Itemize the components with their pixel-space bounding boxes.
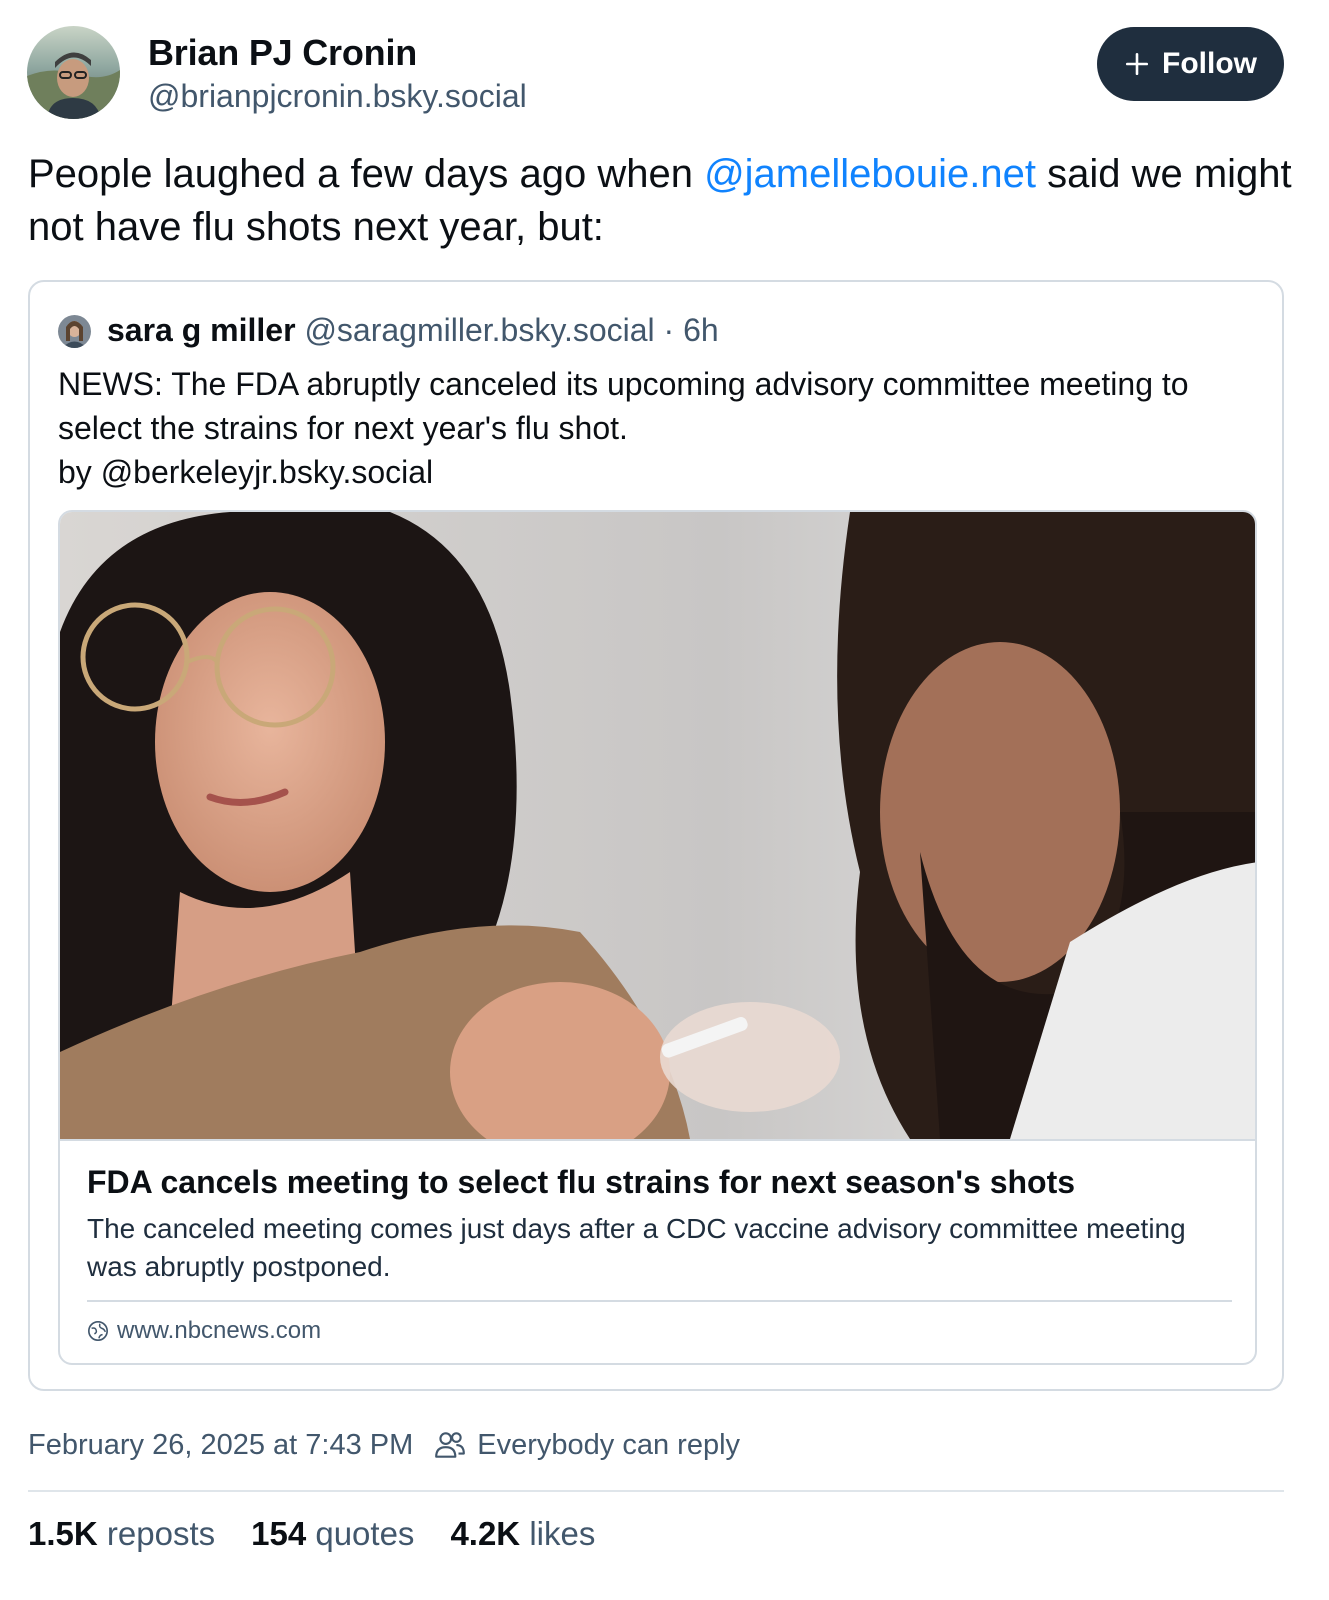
reposts-stat[interactable]: 1.5K reposts — [28, 1515, 215, 1553]
reposts-count: 1.5K — [28, 1515, 98, 1552]
quote-author-avatar[interactable] — [58, 315, 91, 348]
post-container: Brian PJ Cronin @brianpjcronin.bsky.soci… — [0, 0, 1329, 1600]
author-display-name[interactable]: Brian PJ Cronin — [148, 32, 417, 74]
link-card-description: The canceled meeting comes just days aft… — [87, 1213, 1186, 1282]
plus-icon — [1125, 52, 1149, 76]
quote-text: NEWS: The FDA abruptly canceled its upco… — [58, 362, 1248, 494]
link-card-domain-row: www.nbcnews.com — [87, 1317, 321, 1345]
footer-divider — [28, 1490, 1284, 1492]
thumbnail-divider — [60, 1139, 1255, 1141]
likes-stat[interactable]: 4.2K likes — [450, 1515, 595, 1553]
author-avatar[interactable] — [27, 26, 120, 119]
link-card[interactable]: FDA cancels meeting to select flu strain… — [58, 510, 1257, 1365]
author-handle[interactable]: @brianpjcronin.bsky.social — [148, 78, 527, 115]
globe-icon — [88, 1321, 108, 1341]
quote-text-byline: by @berkeleyjr.bsky.social — [58, 454, 434, 490]
likes-label: likes — [529, 1515, 596, 1552]
quote-text-body: NEWS: The FDA abruptly canceled its upco… — [58, 366, 1189, 446]
reposts-label: reposts — [106, 1515, 216, 1552]
link-card-divider — [87, 1300, 1232, 1302]
post-text: People laughed a few days ago when @jame… — [28, 148, 1298, 254]
reply-setting[interactable]: Everybody can reply — [433, 1428, 740, 1462]
link-card-domain: www.nbcnews.com — [117, 1317, 322, 1344]
people-icon — [435, 1432, 466, 1458]
quote-time: · 6h — [663, 312, 719, 348]
link-card-title[interactable]: FDA cancels meeting to select flu strain… — [87, 1162, 1237, 1202]
quotes-count: 154 — [251, 1515, 307, 1552]
post-meta-row: February 26, 2025 at 7:43 PM Everybody c… — [28, 1428, 740, 1462]
reply-setting-label: Everybody can reply — [477, 1428, 741, 1461]
post-timestamp[interactable]: February 26, 2025 at 7:43 PM — [28, 1429, 413, 1462]
quote-author-handle[interactable]: @saragmiller.bsky.social — [304, 312, 654, 348]
post-text-before: People laughed a few days ago when — [28, 152, 705, 196]
likes-count: 4.2K — [450, 1515, 521, 1552]
quote-author-line: sara g miller @saragmiller.bsky.social ·… — [107, 312, 719, 349]
engagement-stats: 1.5K reposts 154 quotes 4.2K likes — [28, 1515, 595, 1553]
quote-author-name[interactable]: sara g miller — [107, 312, 296, 348]
follow-button-label: Follow — [1162, 47, 1257, 80]
follow-button[interactable]: Follow — [1097, 27, 1284, 101]
link-card-thumbnail — [60, 512, 1255, 1139]
quotes-stat[interactable]: 154 quotes — [251, 1515, 414, 1553]
quotes-label: quotes — [315, 1515, 415, 1552]
quoted-post[interactable]: sara g miller @saragmiller.bsky.social ·… — [28, 280, 1284, 1391]
mention-link[interactable]: @jamellebouie.net — [704, 152, 1036, 196]
